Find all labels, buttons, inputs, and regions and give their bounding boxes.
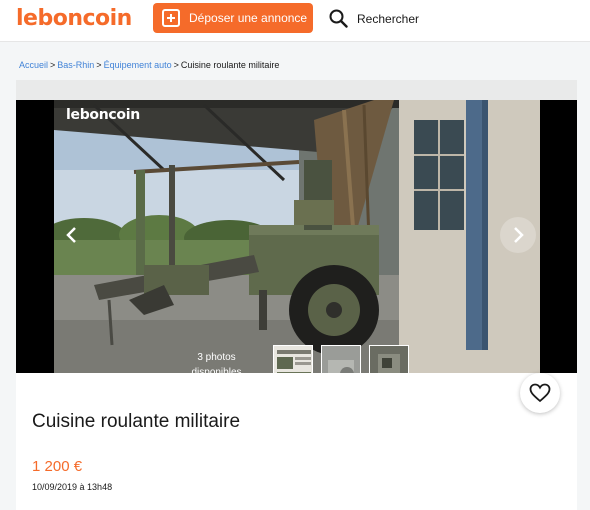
next-photo-button[interactable] [500, 217, 536, 253]
listing-title: Cuisine roulante militaire [32, 411, 241, 432]
logo[interactable]: leboncoin [16, 6, 132, 31]
thumbnail[interactable] [273, 345, 313, 373]
favorite-button[interactable] [520, 373, 560, 413]
chevron-right-icon [514, 227, 524, 243]
thumbnail-image [322, 346, 360, 373]
breadcrumb-region[interactable]: Bas-Rhin [57, 60, 94, 70]
thumbnail-image [274, 346, 312, 373]
listing-date: 10/09/2019 à 13h48 [32, 482, 113, 492]
search-button[interactable]: Rechercher [329, 9, 419, 28]
thumbnail-image [370, 346, 408, 373]
military-trailer-photo [54, 100, 540, 373]
listing-price: 1 200 € [32, 458, 83, 475]
post-ad-label: Déposer une annonce [189, 11, 308, 25]
top-bar: leboncoin Déposer une annonce Rechercher [0, 0, 590, 42]
photo-watermark: leboncoin [66, 107, 140, 123]
photos-count-label: disponibles [191, 367, 242, 373]
photos-count[interactable]: 3 photos disponibles [185, 350, 248, 373]
search-label: Rechercher [357, 11, 420, 26]
photo-gallery[interactable]: leboncoin 3 photos disponibles [16, 100, 577, 373]
thumbnail[interactable] [321, 345, 361, 373]
gallery-top-band [16, 80, 577, 100]
breadcrumb-separator: > [173, 60, 179, 70]
listing-card: leboncoin 3 photos disponibles Cuisine r… [16, 80, 577, 510]
thumbnail[interactable] [369, 345, 409, 373]
heart-icon [529, 383, 551, 403]
breadcrumb-current: Cuisine roulante militaire [180, 60, 280, 70]
breadcrumb-separator: > [50, 60, 56, 70]
search-icon [329, 9, 348, 28]
photos-count-number: 3 photos [197, 352, 236, 363]
plus-square-icon [162, 9, 180, 27]
main-photo[interactable]: leboncoin [54, 100, 540, 373]
post-ad-button[interactable]: Déposer une annonce [153, 3, 313, 33]
chevron-left-icon [66, 227, 76, 243]
breadcrumb-home[interactable]: Accueil [19, 60, 48, 70]
breadcrumb: Accueil > Bas-Rhin > Équipement auto > Cuisine… [19, 60, 279, 70]
breadcrumb-category[interactable]: Équipement auto [104, 60, 172, 70]
breadcrumb-separator: > [96, 60, 102, 70]
previous-photo-button[interactable] [54, 217, 90, 253]
